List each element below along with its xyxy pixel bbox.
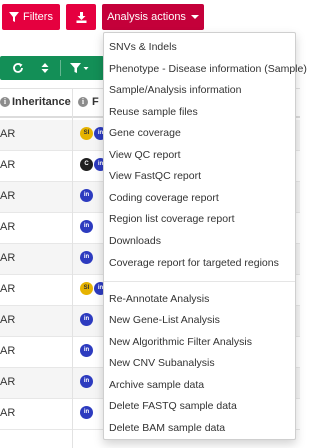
info-icon: i	[0, 97, 10, 107]
badge: C	[80, 158, 93, 171]
caret-down-icon	[190, 15, 199, 19]
column-divider	[72, 88, 73, 448]
inheritance-cell: AR	[0, 314, 16, 326]
inheritance-cell: AR	[0, 159, 16, 171]
info-icon: i	[78, 97, 88, 107]
inheritance-cell: AR	[0, 283, 16, 295]
filters-button-label: Filters	[23, 11, 53, 23]
badge: in	[80, 344, 93, 357]
analysis-actions-menu: SNVs & Indels Phenotype - Disease inform…	[103, 32, 307, 440]
menu-item-sample-analysis-info[interactable]: Sample/Analysis information	[104, 80, 295, 100]
badge: in	[80, 251, 93, 264]
inheritance-cell: AR	[0, 407, 16, 419]
badge: SI	[80, 282, 93, 295]
menu-item-new-gene-list[interactable]: New Gene-List Analysis	[104, 310, 295, 330]
menu-item-view-fastqc-report[interactable]: View FastQC report	[104, 166, 295, 186]
inheritance-cell: AR	[0, 128, 16, 140]
column-header-inheritance[interactable]: Inheritance	[12, 96, 71, 108]
filter-dropdown-icon[interactable]	[70, 62, 90, 74]
filters-button[interactable]: Filters	[2, 4, 60, 30]
badge: in	[80, 375, 93, 388]
menu-item-gene-coverage[interactable]: Gene coverage	[104, 123, 295, 143]
download-icon	[76, 11, 86, 23]
menu-item-region-list-coverage[interactable]: Region list coverage report	[104, 209, 295, 229]
menu-item-phenotype[interactable]: Phenotype - Disease information (Sample)	[104, 59, 307, 79]
badge: in	[80, 313, 93, 326]
badge: SI	[80, 127, 93, 140]
download-button[interactable]	[66, 4, 96, 30]
inheritance-cell: AR	[0, 190, 16, 202]
badge: in	[80, 220, 93, 233]
menu-item-new-cnv-subanalysis[interactable]: New CNV Subanalysis	[104, 353, 295, 373]
analysis-actions-button[interactable]: Analysis actions	[102, 4, 204, 30]
tags-cell: in	[80, 375, 94, 389]
filter-icon	[9, 12, 20, 22]
tags-cell: in	[80, 406, 94, 420]
menu-item-coding-coverage-report[interactable]: Coding coverage report	[104, 188, 295, 208]
inheritance-cell: AR	[0, 221, 16, 233]
menu-item-snvs-indels[interactable]: SNVs & Indels	[104, 37, 295, 57]
tags-cell: in	[80, 344, 94, 358]
menu-item-downloads[interactable]: Downloads	[104, 231, 295, 251]
menu-divider	[104, 281, 295, 282]
menu-item-new-algorithmic-filter[interactable]: New Algorithmic Filter Analysis	[104, 332, 295, 352]
inheritance-cell: AR	[0, 345, 16, 357]
menu-item-archive-sample-data[interactable]: Archive sample data	[104, 375, 295, 395]
toolbar-divider	[60, 60, 61, 76]
menu-item-delete-bam[interactable]: Delete BAM sample data	[104, 418, 295, 438]
menu-item-view-qc-report[interactable]: View QC report	[104, 145, 295, 165]
sort-icon[interactable]	[41, 62, 49, 74]
tags-cell: in	[80, 189, 94, 203]
menu-item-coverage-targeted[interactable]: Coverage report for targeted regions	[104, 253, 295, 273]
column-header-f[interactable]: F	[92, 96, 99, 108]
tags-cell: in	[80, 220, 94, 234]
tags-cell: in	[80, 313, 94, 327]
inheritance-cell: AR	[0, 252, 16, 264]
refresh-icon[interactable]	[12, 62, 24, 74]
menu-item-reuse-sample-files[interactable]: Reuse sample files	[104, 102, 295, 122]
inheritance-cell: AR	[0, 376, 16, 388]
analysis-actions-label: Analysis actions	[107, 11, 186, 23]
menu-item-delete-fastq[interactable]: Delete FASTQ sample data	[104, 396, 295, 416]
tags-cell: in	[80, 251, 94, 265]
menu-item-re-annotate[interactable]: Re-Annotate Analysis	[104, 289, 295, 309]
badge: in	[80, 189, 93, 202]
badge: in	[80, 406, 93, 419]
secondary-toolbar	[0, 56, 104, 80]
